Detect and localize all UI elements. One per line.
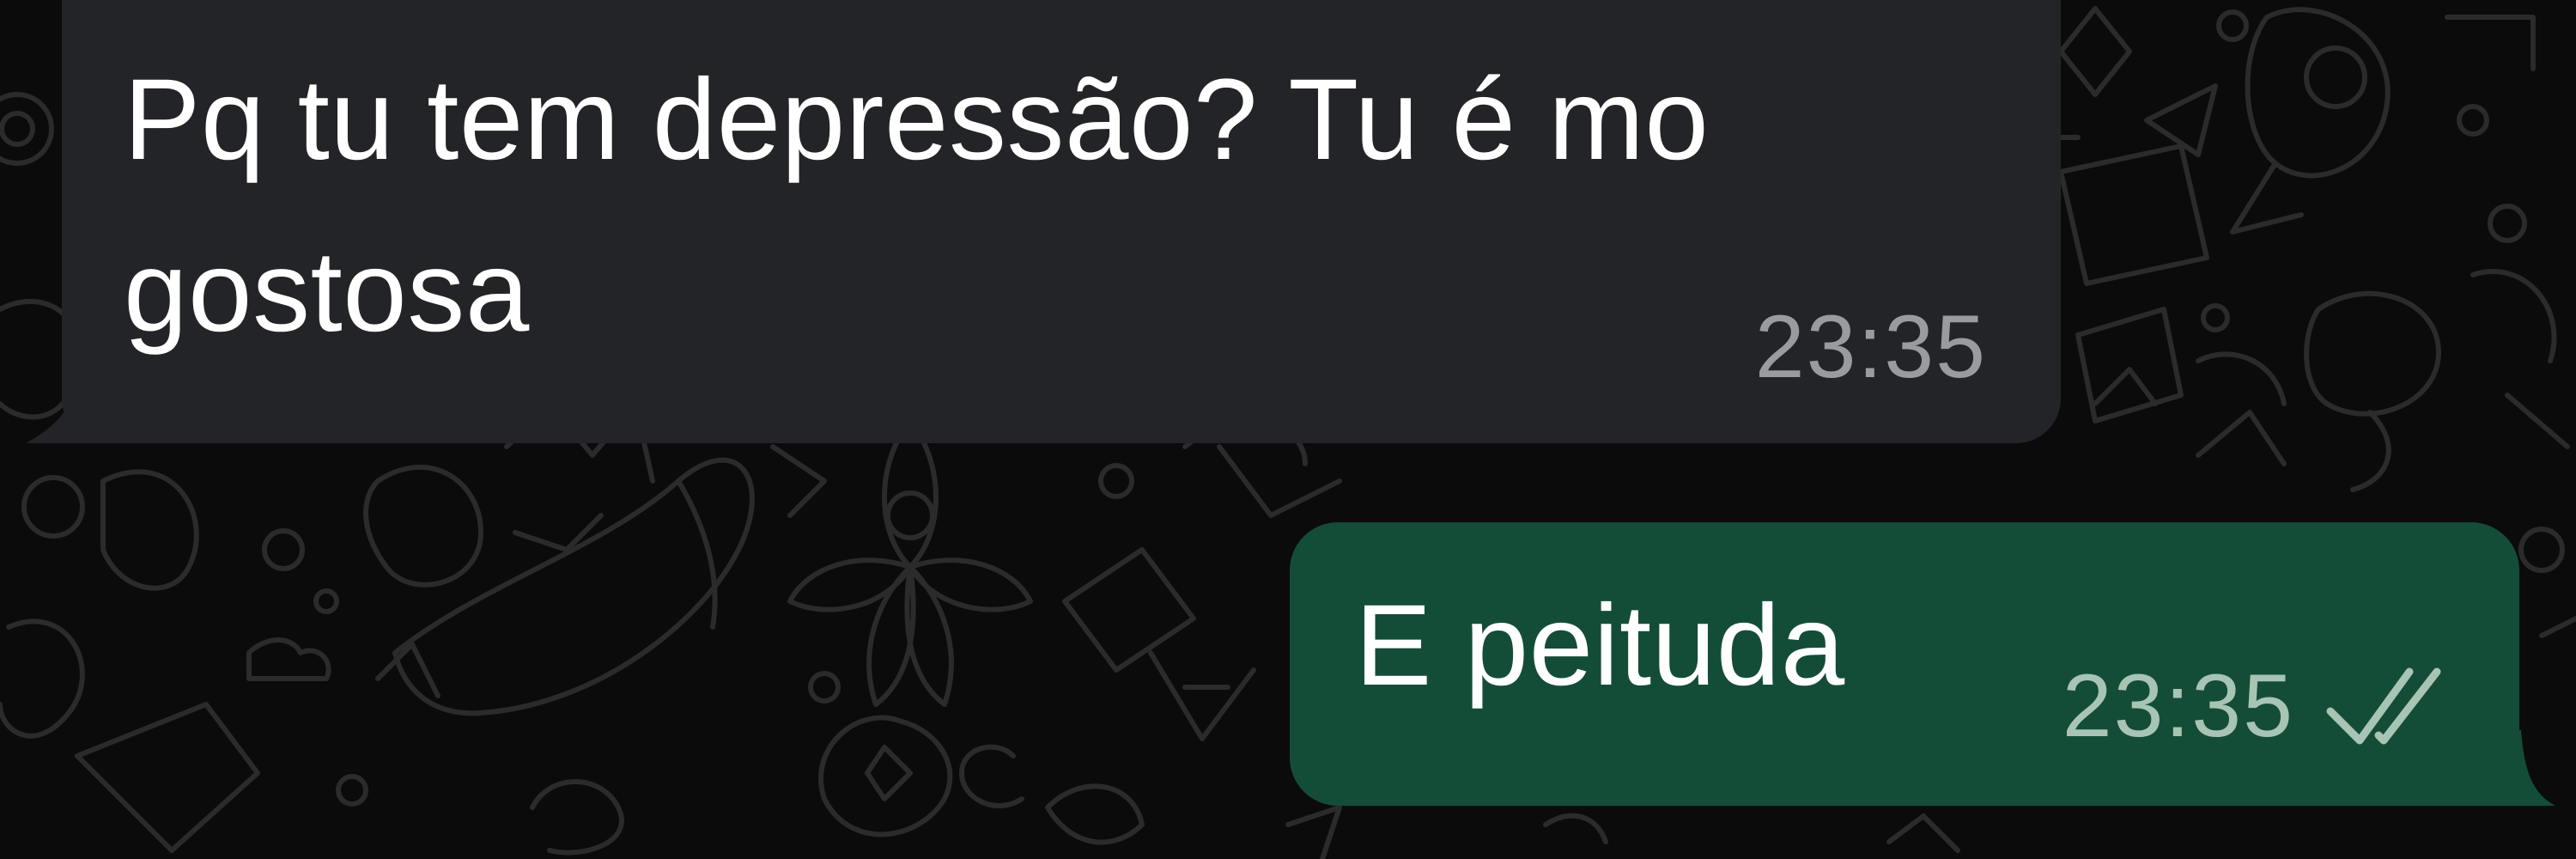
incoming-message-bubble[interactable]: Pq tu tem depressão? Tu é mo gostosa 23:… <box>62 0 2061 443</box>
outgoing-message-text: E peituda <box>1355 582 1845 710</box>
incoming-message-time: 23:35 <box>1754 297 1987 397</box>
incoming-message-line-1: Pq tu tem depressão? Tu é mo <box>124 56 1710 184</box>
incoming-message-text: Pq tu tem depressão? Tu é mo gostosa <box>124 34 1709 378</box>
outgoing-message-bubble[interactable]: E peituda 23:35 <box>1290 522 2519 806</box>
incoming-message-meta: 23:35 <box>1755 295 1987 399</box>
double-check-icon <box>2326 667 2441 745</box>
outgoing-message-time: 23:35 <box>2062 656 2294 756</box>
outgoing-message-meta: 23:35 <box>2063 655 2452 758</box>
incoming-message-line-2: gostosa <box>124 228 530 356</box>
